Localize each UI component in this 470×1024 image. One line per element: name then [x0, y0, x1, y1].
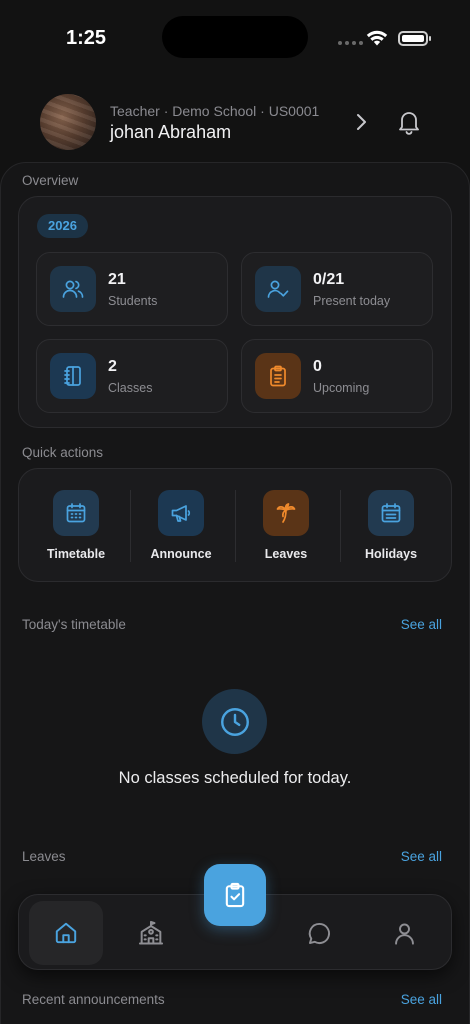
announcements-see-all-link[interactable]: See all	[401, 992, 442, 1007]
profile-header[interactable]: Teacher · Demo School · US0001 johan Abr…	[0, 92, 470, 152]
dynamic-island	[162, 16, 308, 58]
user-icon	[394, 923, 414, 945]
palm-tree-icon	[263, 490, 309, 536]
quick-action-label: Leaves	[264, 547, 308, 561]
quick-action-label: Announce	[150, 547, 212, 561]
nav-chat[interactable]	[282, 901, 356, 965]
clipboard-list-icon	[255, 353, 301, 399]
bell-icon	[399, 112, 419, 135]
attendance-fab-button[interactable]	[204, 864, 266, 926]
users-icon	[50, 266, 96, 312]
clipboard-check-icon	[225, 882, 245, 908]
timetable-empty-message: No classes scheduled for today.	[118, 769, 352, 787]
upcoming-label: Upcoming	[313, 381, 370, 395]
upcoming-count: 0	[313, 358, 322, 375]
cellular-signal-icon	[338, 41, 363, 45]
timetable-see-all-link[interactable]: See all	[401, 617, 442, 632]
megaphone-icon	[158, 490, 204, 536]
nav-profile[interactable]	[367, 901, 441, 965]
students-count: 21	[108, 271, 126, 288]
quick-action-announce[interactable]: Announce	[129, 469, 233, 581]
leaves-see-all-link[interactable]: See all	[401, 849, 442, 864]
avatar[interactable]	[40, 94, 96, 150]
profile-subtitle: Teacher · Demo School · US0001	[110, 103, 320, 119]
classes-label: Classes	[108, 381, 153, 395]
chevron-right-icon	[357, 114, 366, 130]
quick-action-label: Holidays	[364, 547, 418, 561]
home-icon	[55, 922, 77, 944]
overview-label: Overview	[22, 173, 79, 188]
chat-icon	[308, 922, 330, 944]
notifications-button[interactable]	[394, 106, 424, 138]
profile-chevron-button[interactable]	[348, 108, 374, 136]
nav-school[interactable]	[114, 901, 188, 965]
stat-tile-classes[interactable]: 2 Classes	[36, 339, 228, 413]
quick-action-holidays[interactable]: Holidays	[339, 469, 443, 581]
notebook-icon	[50, 353, 96, 399]
classes-count: 2	[108, 358, 117, 375]
present-count: 0/21	[313, 271, 345, 288]
announcements-section-label: Recent announcements	[22, 992, 165, 1007]
nav-home[interactable]	[29, 901, 103, 965]
quick-actions-label: Quick actions	[22, 445, 104, 460]
calendar-icon	[53, 490, 99, 536]
status-time: 1:25	[66, 27, 107, 49]
stat-tile-upcoming[interactable]: 0 Upcoming	[241, 339, 433, 413]
profile-name: johan Abraham	[110, 122, 232, 142]
user-check-icon	[255, 266, 301, 312]
overview-card: 2026 21 Students 0/21 Present today 2 Cl…	[18, 196, 452, 428]
battery-icon	[398, 31, 431, 46]
calendar-list-icon	[368, 490, 414, 536]
timetable-section-label: Today's timetable	[22, 617, 126, 632]
leaves-section-label: Leaves	[22, 849, 66, 864]
year-badge[interactable]: 2026	[37, 214, 88, 238]
quick-action-label: Timetable	[46, 547, 106, 561]
school-icon	[138, 920, 164, 945]
students-label: Students	[108, 294, 158, 308]
stat-tile-students[interactable]: 21 Students	[36, 252, 228, 326]
clock-icon	[202, 689, 267, 754]
wifi-icon	[366, 30, 388, 46]
quick-actions-card: Timetable Announce Leaves Holidays	[18, 468, 452, 582]
status-bar: 1:25	[0, 0, 470, 78]
quick-action-leaves[interactable]: Leaves	[234, 469, 338, 581]
quick-action-timetable[interactable]: Timetable	[24, 469, 128, 581]
stat-tile-present[interactable]: 0/21 Present today	[241, 252, 433, 326]
present-label: Present today	[313, 294, 391, 308]
